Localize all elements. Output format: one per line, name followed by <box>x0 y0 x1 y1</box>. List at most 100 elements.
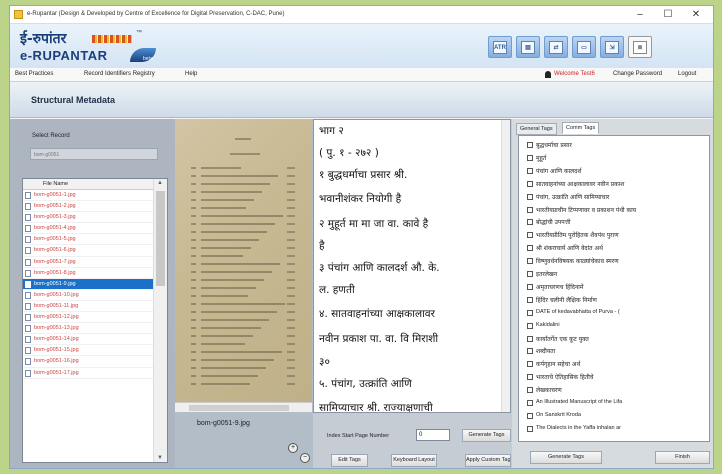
tag-checkbox[interactable] <box>527 335 533 342</box>
scroll-up-icon[interactable]: ▲ <box>157 180 163 186</box>
menu-record-registry[interactable]: Record Identifiers Registry <box>84 71 155 77</box>
tag-item[interactable]: भारतीयप्रीतिम पुरोहितक शैवपंथ पुराण <box>527 231 619 241</box>
tag-checkbox[interactable] <box>527 193 533 200</box>
file-row[interactable]: bom-g0051-13.jpg <box>23 323 155 335</box>
tag-item[interactable]: बोद्धांची उपपत्ती <box>527 218 570 228</box>
zoom-in-icon[interactable]: + <box>288 443 298 453</box>
tag-checkbox[interactable] <box>527 258 533 265</box>
tag-checkbox[interactable] <box>527 400 533 406</box>
file-row[interactable]: bom-g0051-7.jpg <box>23 257 155 268</box>
image-hscrollbar[interactable] <box>175 402 312 412</box>
logout-link[interactable]: Logout <box>678 71 696 77</box>
tag-checkbox[interactable] <box>527 180 533 187</box>
tag-checkbox[interactable] <box>527 387 533 394</box>
tag-item[interactable]: अमृताचरणच हिंदिनामें <box>527 283 583 293</box>
print-tool-button[interactable]: ▭ <box>572 36 596 58</box>
menu-best-practices[interactable]: Best Practices <box>15 71 53 77</box>
tag-item[interactable]: लेखकाचरण <box>527 386 562 396</box>
tag-item[interactable]: हिंदिर चलीनी लैक्षिक निर्माण <box>527 296 597 306</box>
file-row[interactable]: bom-g0051-9.jpg <box>23 278 155 290</box>
tag-checkbox[interactable] <box>527 219 533 226</box>
tag-item[interactable]: मुहूर्त <box>527 154 546 164</box>
file-row[interactable]: bom-g0051-14.jpg <box>23 334 155 346</box>
tag-checkbox[interactable] <box>527 374 533 381</box>
tag-item[interactable]: The Dialects in the Yaffa inhalan ar <box>527 425 621 435</box>
scroll-down-icon[interactable]: ▼ <box>157 455 163 461</box>
apply-custom-tags-button[interactable]: Apply Custom Tags <box>465 454 511 467</box>
tag-checkbox[interactable] <box>527 154 533 161</box>
tag-item[interactable]: Kakidalini <box>527 322 560 332</box>
file-row[interactable]: bom-g0051-17.jpg <box>23 368 155 379</box>
save-tool-button[interactable]: ⇲ <box>600 36 624 58</box>
tag-item[interactable]: विष्णुवर्धनविषयक काळ्यांचेकाव स्मरण <box>527 257 619 267</box>
file-row[interactable]: bom-g0051-12.jpg <box>23 312 155 324</box>
generate-tags-button[interactable]: Generate Tags <box>530 451 602 464</box>
editor-scrollbar[interactable] <box>501 120 510 412</box>
tag-item[interactable]: DATE of kedavabhatta of Purva - ( <box>527 309 620 319</box>
tag-item[interactable]: सातवाहनांच्या आक्षकालावर नवीन प्रकाश <box>527 180 624 190</box>
tag-checkbox[interactable] <box>527 309 533 316</box>
zoom-out-icon[interactable]: − <box>300 453 310 463</box>
tag-item[interactable]: भारताचे ऐतिहासिक हितीचे <box>527 373 594 383</box>
tag-item[interactable]: भारतीयप्राचीन टिप्पणावर व प्रकाशन पंथी क… <box>527 206 636 216</box>
tag-checkbox[interactable] <box>527 348 533 355</box>
file-row[interactable]: bom-g0051-4.jpg <box>23 223 155 235</box>
file-row[interactable]: bom-g0051-10.jpg <box>23 290 155 301</box>
export-tool-button[interactable]: ⇄ <box>544 36 568 58</box>
file-list[interactable]: File Name bom-g0051-1.jpg bom-g0051-2.jpg… <box>22 178 168 463</box>
file-row[interactable]: bom-g0051-1.jpg <box>23 190 155 202</box>
edit-tags-button[interactable]: Edit Tags <box>331 454 368 467</box>
ocr-tool-button[interactable]: ATR <box>488 36 512 58</box>
page-scan-image[interactable] <box>175 119 312 402</box>
pages-tool-button[interactable]: ▤ <box>516 36 540 58</box>
tab-general-tags[interactable]: General Tags <box>516 123 557 135</box>
tag-item[interactable]: An Illustrated Manuscript of the Lifa <box>527 399 622 409</box>
file-row[interactable]: bom-g0051-5.jpg <box>23 234 155 246</box>
tag-checkbox[interactable] <box>527 412 533 419</box>
tag-checkbox[interactable] <box>527 322 533 329</box>
tag-checkbox[interactable] <box>527 361 533 368</box>
tag-checkbox[interactable] <box>527 271 533 277</box>
maximize-button[interactable]: ☐ <box>656 8 680 21</box>
minimize-button[interactable]: – <box>628 8 652 21</box>
report-tool-button[interactable]: ≣ <box>628 36 652 58</box>
tag-item[interactable]: श्री शंकराचार्य आणि वेदांत अर्थ <box>527 244 603 254</box>
tag-checkbox[interactable] <box>527 206 533 213</box>
tag-checkbox[interactable] <box>527 245 533 252</box>
file-row[interactable]: bom-g0051-8.jpg <box>23 268 155 279</box>
image-hscroll-thumb[interactable] <box>189 405 289 411</box>
generate-tags-button-center[interactable]: Generate Tags <box>462 429 511 442</box>
tag-checkbox[interactable] <box>527 425 533 432</box>
tab-comm-tags[interactable]: Comm Tags <box>562 122 600 134</box>
ocr-text-editor[interactable]: भाग २ ( पु. १ - २७२ ) १ बुद्धधर्माचा प्रसा… <box>313 119 511 413</box>
file-row[interactable]: bom-g0051-15.jpg <box>23 345 155 357</box>
index-start-input[interactable]: 0 <box>416 429 450 441</box>
tag-item[interactable]: शब्दीयता <box>527 347 555 357</box>
close-button[interactable]: ✕ <box>684 8 708 21</box>
file-row[interactable]: bom-g0051-6.jpg <box>23 245 155 257</box>
tag-item[interactable]: कर्पगृहान सहेचा अर्थ <box>527 360 580 370</box>
tag-checkbox[interactable] <box>527 167 533 174</box>
tag-checkbox[interactable] <box>527 142 533 148</box>
tag-checkbox[interactable] <box>527 232 533 239</box>
tag-item[interactable]: कार्यांतर्गेत एक कूट युक्त <box>527 335 589 345</box>
scroll-thumb[interactable] <box>156 191 165 286</box>
keyboard-layout-button[interactable]: Keyboard Layout <box>391 454 437 467</box>
file-row[interactable]: bom-g0051-3.jpg <box>23 212 155 224</box>
finish-button[interactable]: Finish <box>655 451 710 464</box>
tag-item[interactable]: इतरलेखन <box>527 270 557 280</box>
tag-item[interactable]: On Sanskrit Kroda <box>527 412 581 422</box>
file-list-scrollbar[interactable]: ▲ ▼ <box>153 179 167 462</box>
scan-text-mark <box>191 207 196 209</box>
tag-item[interactable]: पंचांग, उत्क्रांति आणि सामिप्याचार <box>527 193 609 203</box>
select-record-field[interactable]: bom-g0051 <box>30 148 158 160</box>
tag-checkbox[interactable] <box>527 283 533 290</box>
tag-item[interactable]: बुद्धधर्माचा प्रसार <box>527 141 572 151</box>
change-password-link[interactable]: Change Password <box>613 71 662 77</box>
file-row[interactable]: bom-g0051-2.jpg <box>23 201 155 213</box>
file-row[interactable]: bom-g0051-16.jpg <box>23 356 155 368</box>
menu-help[interactable]: Help <box>185 71 197 77</box>
file-row[interactable]: bom-g0051-11.jpg <box>23 301 155 313</box>
tag-checkbox[interactable] <box>527 296 533 303</box>
tag-item[interactable]: पंचांग आणि कालदर्श <box>527 167 582 177</box>
